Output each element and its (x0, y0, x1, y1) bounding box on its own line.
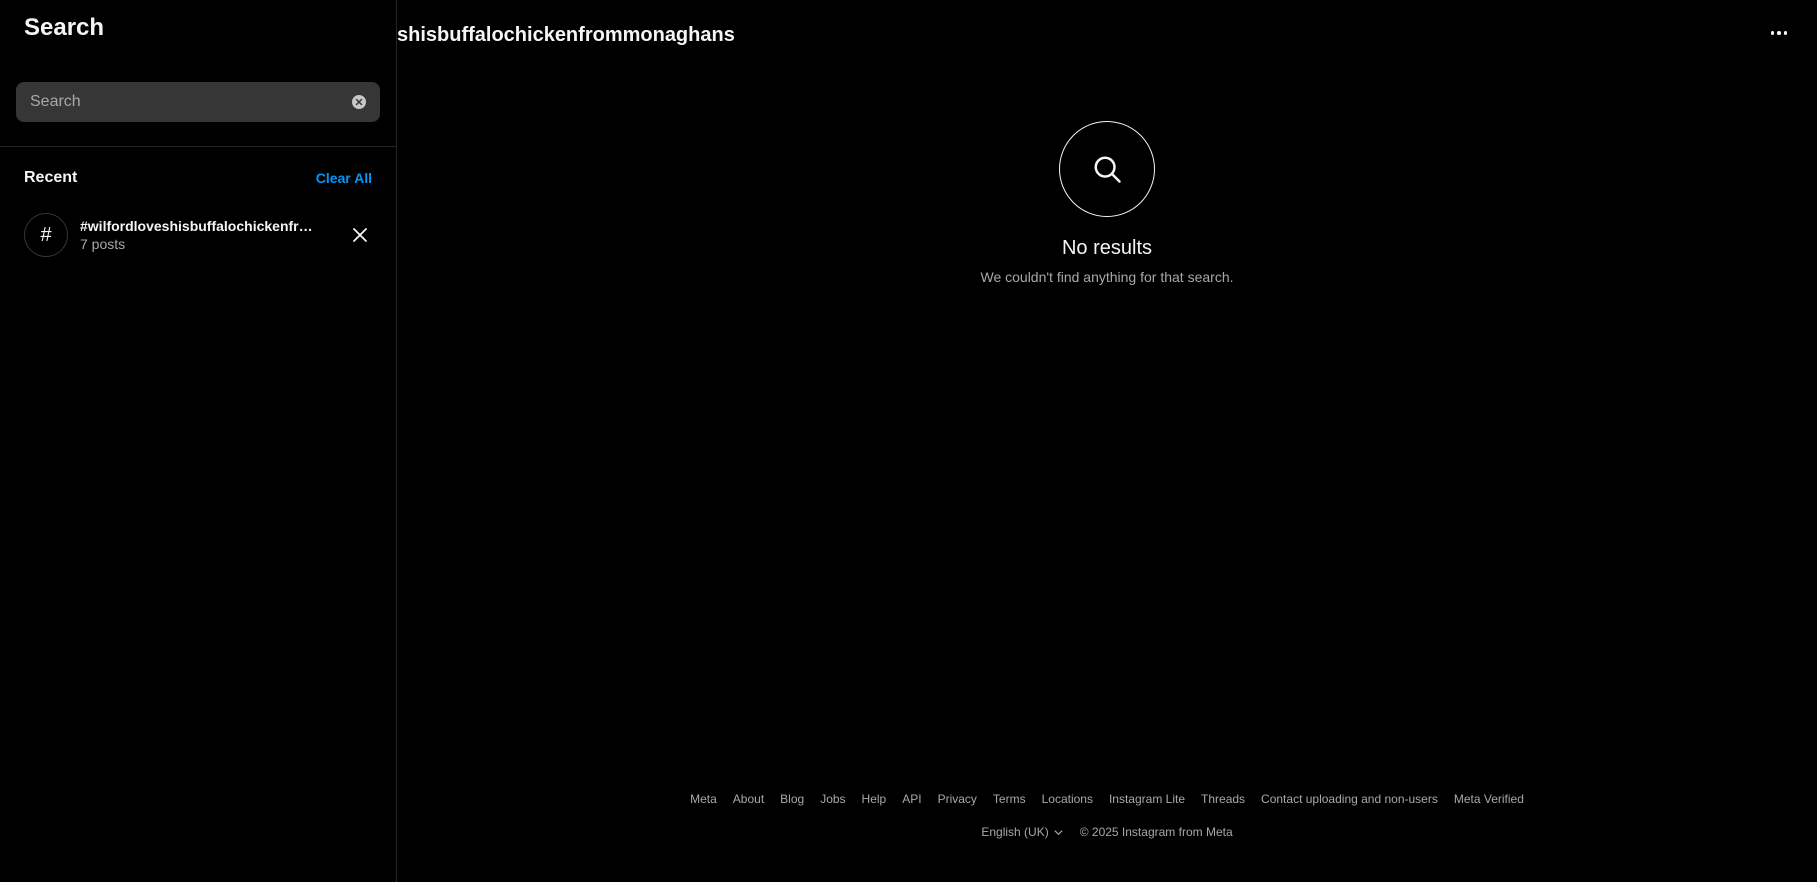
page-title: shisbuffalochickenfrommonaghans (397, 24, 735, 46)
footer-link-meta[interactable]: Meta (690, 792, 717, 806)
no-results-title: No results (1061, 237, 1153, 259)
more-options-button[interactable] (1763, 20, 1795, 46)
divider (0, 146, 396, 147)
clear-all-button[interactable]: Clear All (316, 170, 372, 186)
footer-link-contact-uploading[interactable]: Contact uploading and non-users (1261, 792, 1438, 806)
recent-label: Recent (24, 169, 78, 186)
recent-item-text: #wilfordloveshisbuffalochickenfrom… 7 po… (80, 218, 320, 252)
recent-search-item[interactable]: # #wilfordloveshisbuffalochickenfrom… 7 … (24, 213, 372, 257)
search-panel: Search Recent Clear All # #wilfordlovesh… (0, 0, 397, 882)
remove-recent-button[interactable] (348, 223, 372, 247)
more-horizontal-icon (1769, 31, 1789, 35)
recent-item-post-count: 7 posts (80, 236, 126, 252)
recent-item-name: #wilfordloveshisbuffalochickenfrom… (80, 218, 320, 234)
footer-link-jobs[interactable]: Jobs (820, 792, 845, 806)
footer-link-terms[interactable]: Terms (993, 792, 1026, 806)
search-box (16, 82, 380, 122)
footer-link-instagram-lite[interactable]: Instagram Lite (1109, 792, 1185, 806)
footer-link-threads[interactable]: Threads (1201, 792, 1245, 806)
clear-search-button[interactable] (352, 95, 366, 109)
footer-links: Meta About Blog Jobs Help API Privacy Te… (682, 792, 1532, 806)
footer-link-api[interactable]: API (902, 792, 921, 806)
search-input[interactable] (30, 93, 352, 111)
hashtag-icon: # (24, 213, 68, 257)
recent-header: Recent Clear All (24, 169, 372, 187)
footer: Meta About Blog Jobs Help API Privacy Te… (397, 792, 1817, 839)
footer-link-locations[interactable]: Locations (1042, 792, 1093, 806)
no-results-icon-circle (1059, 121, 1155, 217)
footer-link-about[interactable]: About (733, 792, 764, 806)
footer-link-privacy[interactable]: Privacy (938, 792, 977, 806)
search-panel-title: Search (24, 14, 105, 41)
no-results-subtitle: We couldn't find anything for that searc… (980, 269, 1234, 285)
footer-link-blog[interactable]: Blog (780, 792, 804, 806)
language-label: English (UK) (981, 825, 1049, 839)
footer-link-help[interactable]: Help (862, 792, 887, 806)
language-select[interactable]: English (UK) (981, 825, 1063, 839)
footer-link-meta-verified[interactable]: Meta Verified (1454, 792, 1524, 806)
chevron-down-icon (1054, 829, 1063, 835)
search-icon (1094, 156, 1121, 183)
footer-bottom: English (UK) © 2025 Instagram from Meta (981, 825, 1232, 839)
close-icon (353, 228, 367, 242)
no-results-state: No results We couldn't find anything for… (397, 121, 1817, 285)
copyright-text: © 2025 Instagram from Meta (1079, 825, 1233, 839)
close-icon (355, 98, 363, 106)
